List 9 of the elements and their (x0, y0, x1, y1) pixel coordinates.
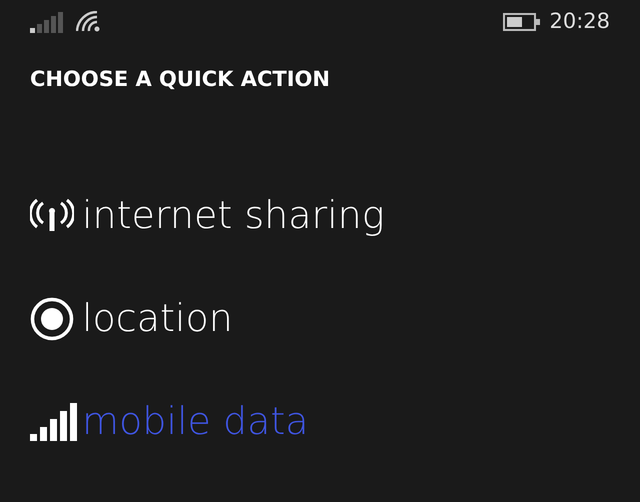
signal-bars-icon (30, 402, 80, 440)
radio-target-icon (30, 296, 74, 340)
quick-action-item[interactable]: internet sharing (82, 192, 385, 238)
quick-action-item[interactable]: location (82, 296, 233, 342)
wifi-icon (76, 11, 102, 33)
broadcast-icon (30, 198, 74, 232)
battery-icon (503, 13, 542, 31)
page-title: CHOOSE A QUICK ACTION (30, 66, 331, 93)
clock-time: 20:28 (549, 8, 610, 36)
